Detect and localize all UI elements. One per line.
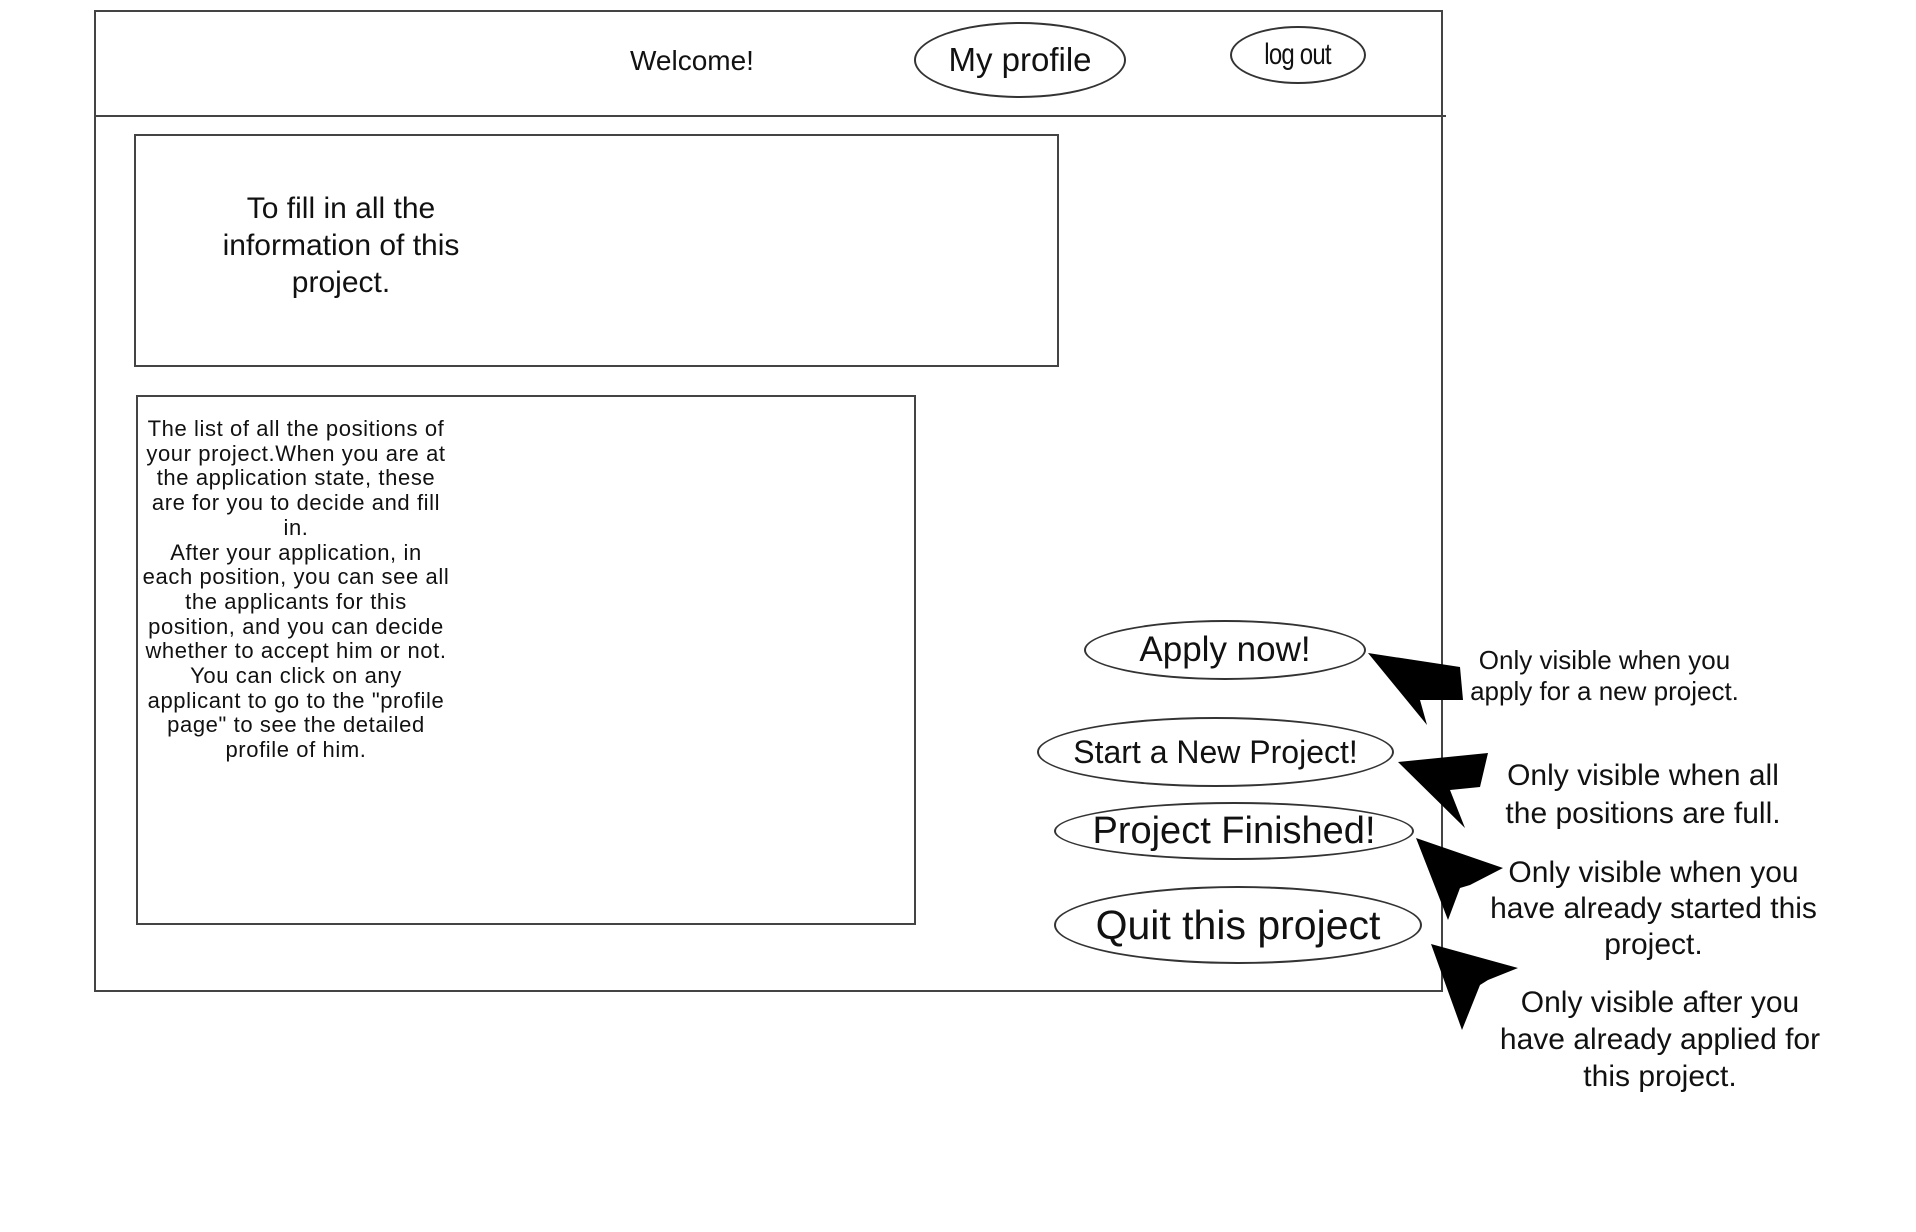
arrow-icon-start [1398, 753, 1488, 828]
start-new-project-note: Only visible when all the positions are … [1505, 759, 1781, 830]
apply-now-note: Only visible when you apply for a new pr… [1470, 645, 1739, 706]
arrow-icon-apply [1368, 653, 1463, 725]
project-finished-note: Only visible when you have already start… [1490, 856, 1817, 961]
quit-project-note: Only visible after you have already appl… [1499, 986, 1821, 1093]
